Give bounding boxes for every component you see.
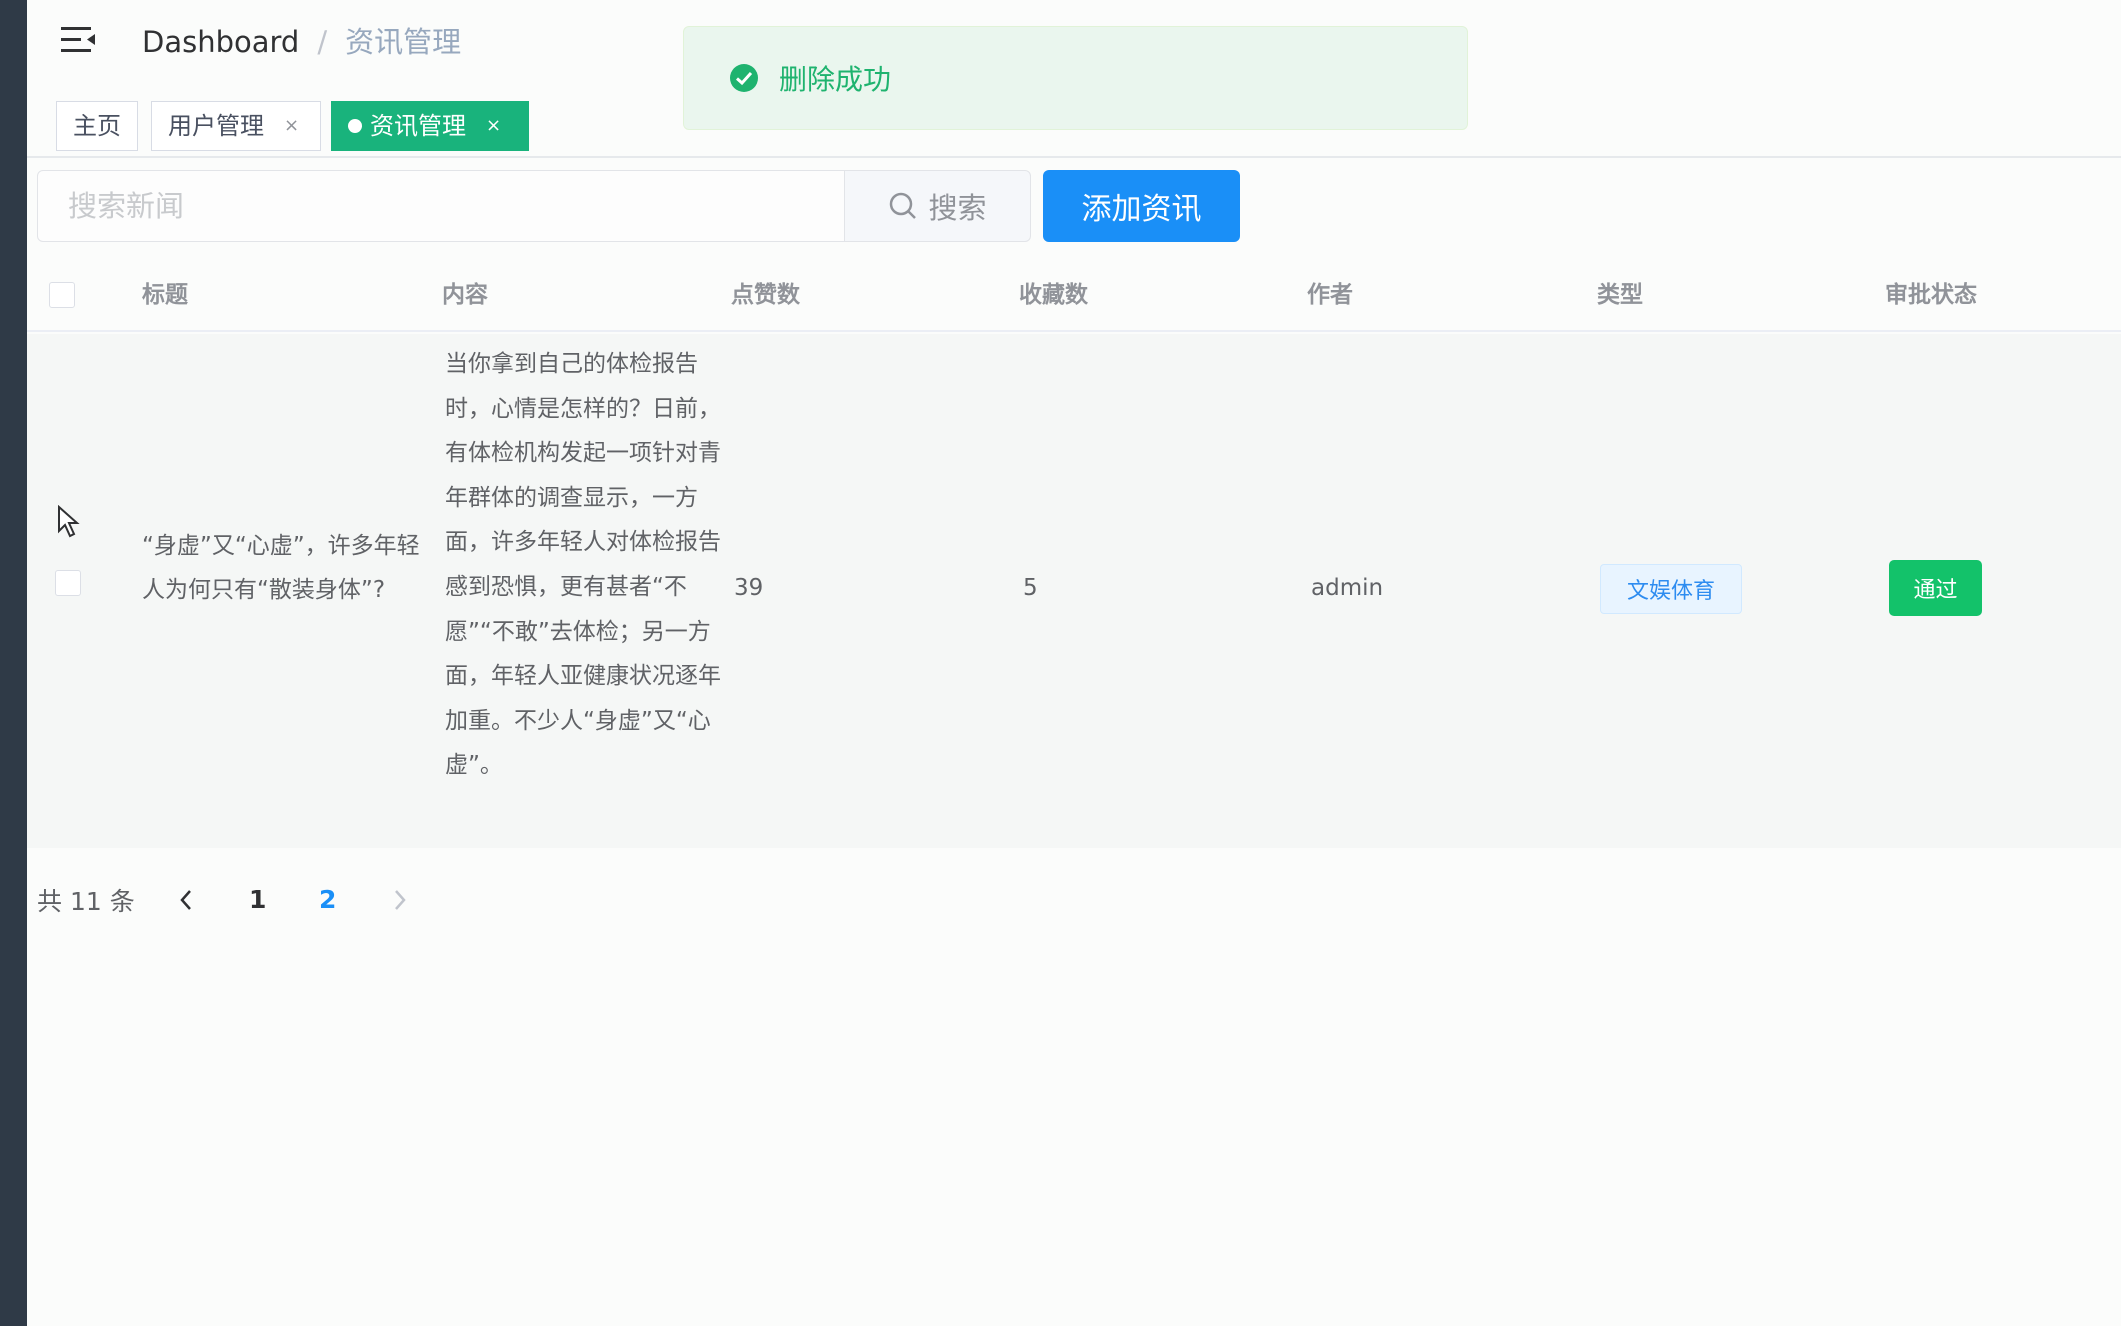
column-header-content: 内容 bbox=[442, 282, 488, 308]
breadcrumb-current: 资讯管理 bbox=[345, 25, 462, 59]
column-header-favorites: 收藏数 bbox=[1019, 282, 1088, 308]
page-number[interactable]: 1 bbox=[249, 880, 266, 920]
search-button[interactable]: 搜索 bbox=[844, 170, 1031, 242]
success-toast: 删除成功 bbox=[683, 26, 1468, 130]
page-number-current[interactable]: 2 bbox=[319, 880, 336, 920]
row-favorites: 5 bbox=[1023, 575, 1038, 601]
tag-home[interactable]: 主页 bbox=[56, 101, 138, 151]
tag-news-management[interactable]: 资讯管理 × bbox=[331, 101, 529, 151]
pagination: 共 11 条 1 2 bbox=[37, 880, 406, 920]
news-table: 标题 内容 点赞数 收藏数 作者 类型 审批状态 “身虚”又“心虚”，许多年轻人… bbox=[27, 258, 2121, 848]
row-checkbox[interactable] bbox=[55, 570, 81, 596]
row-title: “身虚”又“心虚”，许多年轻人为何只有“散装身体”? bbox=[142, 533, 420, 603]
status-approve-button[interactable]: 通过 bbox=[1889, 560, 1982, 616]
chevron-right-icon bbox=[395, 890, 406, 910]
type-badge: 文娱体育 bbox=[1600, 564, 1742, 614]
hamburger-icon[interactable] bbox=[57, 22, 99, 58]
prev-page-button[interactable] bbox=[171, 880, 201, 920]
table-header: 标题 内容 点赞数 收藏数 作者 类型 审批状态 bbox=[27, 258, 2121, 332]
breadcrumb: Dashboard / 资讯管理 bbox=[142, 22, 461, 62]
search-input[interactable] bbox=[37, 170, 847, 242]
breadcrumb-home[interactable]: Dashboard bbox=[142, 22, 299, 62]
breadcrumb-separator: / bbox=[317, 25, 328, 59]
column-header-likes: 点赞数 bbox=[731, 282, 800, 308]
tag-user-management[interactable]: 用户管理 × bbox=[151, 101, 321, 151]
search-icon bbox=[890, 192, 917, 219]
column-header-author: 作者 bbox=[1307, 282, 1353, 308]
row-content: 当你拿到自己的体检报告时，心情是怎样的？日前，有体检机构发起一项针对青年群体的调… bbox=[445, 351, 721, 779]
main-area: Dashboard / 资讯管理 主页 用户管理 × 资讯管理 × 搜索 添加资… bbox=[27, 0, 2121, 1326]
row-likes: 39 bbox=[734, 575, 764, 601]
select-all-checkbox[interactable] bbox=[49, 282, 75, 308]
sidebar bbox=[0, 0, 27, 1326]
check-circle-icon bbox=[730, 64, 758, 92]
chevron-left-icon bbox=[180, 890, 191, 910]
toast-message: 删除成功 bbox=[779, 63, 892, 96]
active-dot-icon bbox=[348, 119, 362, 133]
search-button-label: 搜索 bbox=[928, 191, 987, 225]
column-header-status: 审批状态 bbox=[1885, 282, 1977, 308]
tag-label: 主页 bbox=[73, 112, 121, 140]
tag-label: 资讯管理 bbox=[370, 112, 466, 140]
table-row[interactable]: “身虚”又“心虚”，许多年轻人为何只有“散装身体”? 当你拿到自己的体检报告时，… bbox=[27, 334, 2121, 848]
tag-label: 用户管理 bbox=[168, 112, 264, 140]
column-header-title: 标题 bbox=[142, 282, 188, 308]
close-icon[interactable]: × bbox=[486, 102, 501, 150]
column-header-type: 类型 bbox=[1597, 282, 1643, 308]
row-author: admin bbox=[1311, 575, 1384, 601]
next-page-button[interactable] bbox=[385, 880, 415, 920]
close-icon[interactable]: × bbox=[284, 102, 299, 150]
mouse-cursor-icon bbox=[58, 505, 80, 538]
total-count: 共 11 条 bbox=[37, 887, 135, 916]
add-news-button[interactable]: 添加资讯 bbox=[1043, 170, 1240, 242]
